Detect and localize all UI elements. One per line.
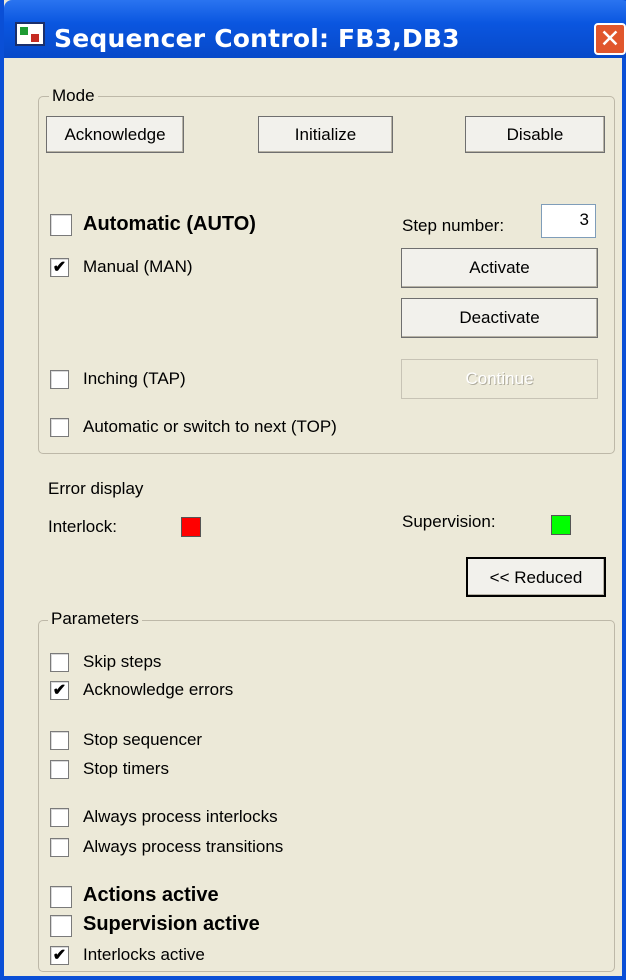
app-icon	[15, 22, 45, 46]
acknowledge-errors-checkbox[interactable]: ✔	[50, 681, 69, 700]
close-button[interactable]: ✕	[594, 23, 626, 55]
supervision-led	[551, 515, 571, 535]
deactivate-button[interactable]: Deactivate	[401, 298, 598, 338]
interlocks-active-checkbox[interactable]: ✔	[50, 946, 69, 965]
manual-label: Manual (MAN)	[83, 257, 193, 276]
manual-checkbox[interactable]: ✔	[50, 258, 69, 277]
window-title: Sequencer Control: FB3,DB3	[54, 24, 460, 53]
automatic-checkbox[interactable]	[50, 214, 72, 236]
dialog-content: Mode Acknowledge Initialize Disable Auto…	[4, 58, 622, 976]
top-label: Automatic or switch to next (TOP)	[83, 417, 337, 436]
stop-timers-label: Stop timers	[83, 759, 169, 778]
skip-steps-checkbox[interactable]	[50, 653, 69, 672]
acknowledge-button[interactable]: Acknowledge	[46, 116, 184, 153]
initialize-button[interactable]: Initialize	[258, 116, 393, 153]
reduced-button[interactable]: << Reduced	[466, 557, 606, 597]
stop-timers-checkbox[interactable]	[50, 760, 69, 779]
interlocks-active-label: Interlocks active	[83, 945, 205, 964]
interlock-led	[181, 517, 201, 537]
always-process-transitions-label: Always process transitions	[83, 837, 284, 856]
acknowledge-errors-label: Acknowledge errors	[83, 680, 234, 699]
actions-active-checkbox[interactable]	[50, 886, 72, 908]
mode-legend: Mode	[49, 86, 98, 106]
title-bar[interactable]: Sequencer Control: FB3,DB3 ✕	[4, 0, 626, 58]
automatic-label: Automatic (AUTO)	[83, 213, 256, 235]
always-process-interlocks-checkbox[interactable]	[50, 808, 69, 827]
inching-checkbox[interactable]	[50, 370, 69, 389]
step-number-label: Step number:	[402, 216, 505, 235]
parameters-legend: Parameters	[48, 609, 142, 629]
actions-active-label: Actions active	[83, 884, 219, 906]
top-checkbox[interactable]	[50, 418, 69, 437]
stop-sequencer-label: Stop sequencer	[83, 730, 203, 749]
error-display-title: Error display	[48, 479, 144, 498]
always-process-interlocks-label: Always process interlocks	[83, 807, 278, 826]
step-number-input[interactable]: 3	[541, 204, 596, 238]
disable-button[interactable]: Disable	[465, 116, 605, 153]
activate-button[interactable]: Activate	[401, 248, 598, 288]
inching-label: Inching (TAP)	[83, 369, 186, 388]
supervision-label: Supervision:	[402, 512, 496, 531]
always-process-transitions-checkbox[interactable]	[50, 838, 69, 857]
stop-sequencer-checkbox[interactable]	[50, 731, 69, 750]
supervision-active-label: Supervision active	[83, 913, 260, 935]
sequencer-control-window: Sequencer Control: FB3,DB3 ✕ Mode Acknow…	[0, 0, 626, 980]
continue-button[interactable]: Continue	[401, 359, 598, 399]
supervision-active-checkbox[interactable]	[50, 915, 72, 937]
interlock-label: Interlock:	[48, 517, 117, 536]
skip-steps-label: Skip steps	[83, 652, 162, 671]
